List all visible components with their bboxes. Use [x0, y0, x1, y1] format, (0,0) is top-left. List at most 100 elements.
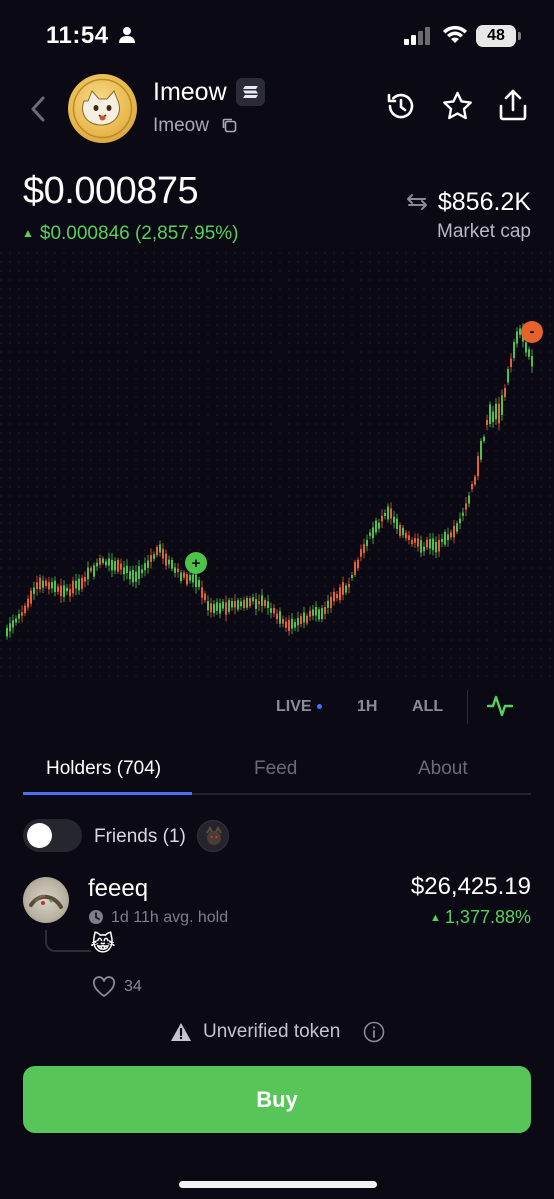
- solana-chain-icon: [236, 78, 265, 106]
- swap-arrows-icon[interactable]: [406, 193, 428, 211]
- candle-body: [192, 574, 194, 583]
- history-icon[interactable]: [385, 90, 417, 122]
- candle-body: [54, 580, 56, 593]
- candle-body: [66, 587, 68, 592]
- heart-icon[interactable]: [92, 976, 116, 998]
- candle-body: [489, 404, 491, 425]
- candle-body: [486, 419, 488, 426]
- candle-body: [132, 569, 134, 583]
- sell-marker[interactable]: -: [521, 321, 543, 343]
- holder-row[interactable]: feeeq 1d 11h avg. hold $26,425.19 ▲ 1,377…: [0, 870, 554, 1010]
- candle-body: [285, 621, 287, 628]
- candle-body: [222, 601, 224, 609]
- holder-name[interactable]: feeeq: [88, 875, 148, 903]
- candle-body: [129, 571, 131, 580]
- friends-toggle[interactable]: [23, 819, 82, 852]
- range-all[interactable]: ALL: [412, 698, 443, 716]
- candle-body: [450, 532, 452, 538]
- range-1h[interactable]: 1H: [357, 698, 377, 716]
- candle-body: [465, 503, 467, 510]
- share-icon[interactable]: [497, 88, 529, 122]
- candle-body: [396, 518, 398, 530]
- candle-body: [339, 587, 341, 601]
- candle-body: [198, 579, 200, 588]
- candle-body: [459, 518, 461, 524]
- price-chart[interactable]: + -: [0, 252, 554, 682]
- candle-body: [411, 540, 413, 545]
- candle-body: [27, 598, 29, 608]
- candle-body: [93, 565, 95, 577]
- candle-body: [417, 538, 419, 547]
- candle-body: [225, 602, 227, 615]
- candle-body: [99, 558, 101, 565]
- candle-body: [84, 576, 86, 582]
- buy-button[interactable]: Buy: [23, 1066, 531, 1133]
- candle-body: [117, 559, 119, 572]
- candle-body: [444, 531, 446, 545]
- token-name: Imeow: [153, 78, 227, 106]
- unverified-label: Unverified token: [203, 1021, 341, 1042]
- candle-body: [267, 601, 269, 609]
- candle-body: [78, 578, 80, 591]
- line-chart-toggle-icon[interactable]: [487, 694, 513, 718]
- candle-body: [318, 609, 320, 620]
- candle-body: [357, 559, 359, 569]
- candle-body: [483, 436, 485, 442]
- candle-body: [21, 612, 23, 616]
- tab-holders[interactable]: Holders (704): [46, 758, 161, 780]
- candle-body: [402, 527, 404, 536]
- sell-marker-label: -: [530, 323, 535, 340]
- toggle-knob: [27, 823, 52, 848]
- token-header: Imeow Imeow: [0, 70, 554, 150]
- candle-body: [414, 538, 416, 543]
- buy-marker[interactable]: +: [185, 552, 207, 574]
- candle-body: [240, 601, 242, 607]
- candle-body: [138, 566, 140, 579]
- candle-body: [306, 615, 308, 624]
- candle-body: [213, 603, 215, 613]
- candle-body: [255, 599, 257, 609]
- candle-body: [348, 583, 350, 588]
- candle-body: [237, 600, 239, 610]
- candle-body: [303, 612, 305, 623]
- candle-body: [45, 580, 47, 586]
- star-icon[interactable]: [441, 90, 474, 122]
- holder-avatar[interactable]: [23, 877, 69, 923]
- candle-body: [189, 574, 191, 581]
- candle-body: [75, 580, 77, 589]
- range-live-label: LIVE: [276, 698, 312, 715]
- token-price: $0.000875: [23, 170, 199, 212]
- tab-feed[interactable]: Feed: [254, 758, 297, 780]
- candle-body: [48, 582, 50, 590]
- info-icon[interactable]: [363, 1021, 385, 1043]
- copy-icon[interactable]: [221, 117, 237, 133]
- candle-body: [363, 544, 365, 553]
- candle-body: [393, 516, 395, 523]
- candle-body: [42, 580, 44, 588]
- candle-body: [207, 601, 209, 611]
- tab-about[interactable]: About: [418, 758, 468, 780]
- range-live[interactable]: LIVE: [276, 698, 322, 716]
- candle-body: [291, 618, 293, 629]
- candle-body: [204, 593, 206, 601]
- back-chevron-icon[interactable]: [28, 96, 48, 122]
- candle-body: [183, 572, 185, 578]
- wifi-icon: [443, 25, 467, 43]
- candle-body: [525, 342, 527, 353]
- holder-gain-value: 1,377.88%: [444, 907, 531, 927]
- candle-body: [30, 590, 32, 604]
- buy-marker-label: +: [192, 555, 201, 572]
- candle-body: [501, 395, 503, 415]
- candle-body: [408, 535, 410, 540]
- friend-avatar[interactable]: [197, 820, 229, 852]
- friends-filter: Friends (1): [0, 818, 554, 854]
- warning-icon: [171, 1023, 191, 1041]
- candle-body: [273, 607, 275, 614]
- candle-body: [153, 554, 155, 559]
- candle-body: [288, 619, 290, 632]
- candle-body: [516, 331, 518, 344]
- candle-body: [282, 619, 284, 624]
- token-symbol: Imeow: [153, 115, 209, 136]
- candle-body: [264, 599, 266, 607]
- candle-body: [309, 610, 311, 617]
